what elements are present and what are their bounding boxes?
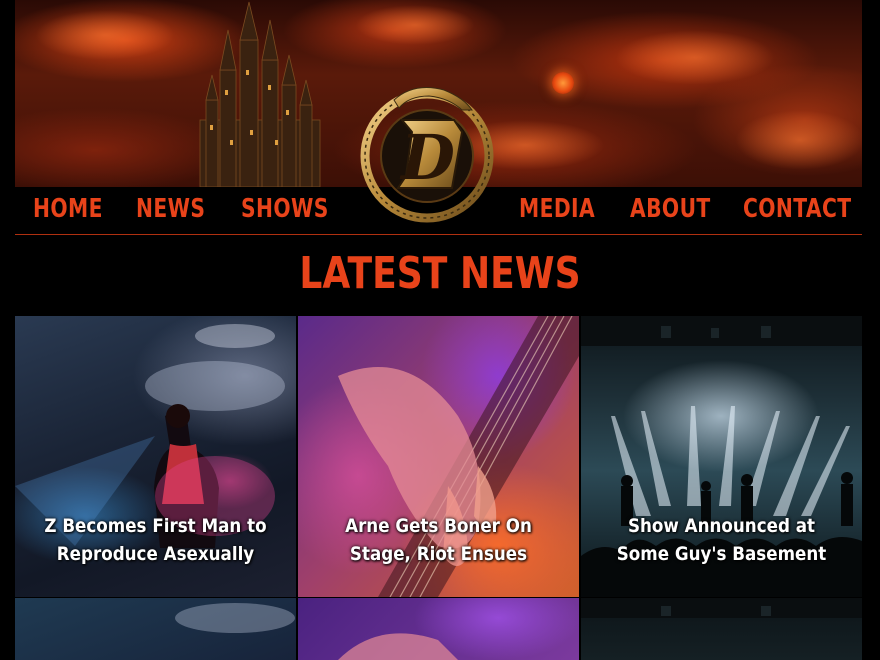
- news-card[interactable]: Show Announced at Some Guy's Basement: [581, 316, 862, 597]
- nav-shows[interactable]: SHOWS: [241, 194, 329, 224]
- castle-illustration: [199, 1, 321, 187]
- latest-news-title: LATEST NEWS: [299, 248, 581, 299]
- page: HOME NEWS SHOWS MEDIA ABOUT CONTACT D LA…: [0, 0, 880, 660]
- singer-photo: [175, 603, 295, 633]
- news-card[interactable]: [298, 598, 579, 660]
- news-card-title: Show Announced at Some Guy's Basement: [616, 515, 827, 565]
- logo-letter: D: [399, 121, 455, 194]
- dragon-logo[interactable]: D: [354, 80, 500, 228]
- nav-contact[interactable]: CONTACT: [743, 194, 852, 224]
- sun: [552, 72, 574, 94]
- news-card[interactable]: Arne Gets Boner On Stage, Riot Ensues: [298, 316, 579, 597]
- guitar-photo: [338, 633, 458, 660]
- concert-photo: [581, 598, 862, 618]
- news-card[interactable]: [15, 598, 296, 660]
- nav-about[interactable]: ABOUT: [630, 194, 711, 224]
- nav-news[interactable]: NEWS: [136, 194, 205, 224]
- news-card-title: Z Becomes First Man to Reproduce Asexual…: [44, 515, 267, 565]
- news-card[interactable]: [581, 598, 862, 660]
- nav-home[interactable]: HOME: [33, 194, 103, 224]
- nav-media[interactable]: MEDIA: [519, 194, 595, 224]
- news-card-title: Arne Gets Boner On Stage, Riot Ensues: [345, 515, 532, 565]
- news-card[interactable]: Z Becomes First Man to Reproduce Asexual…: [15, 316, 296, 597]
